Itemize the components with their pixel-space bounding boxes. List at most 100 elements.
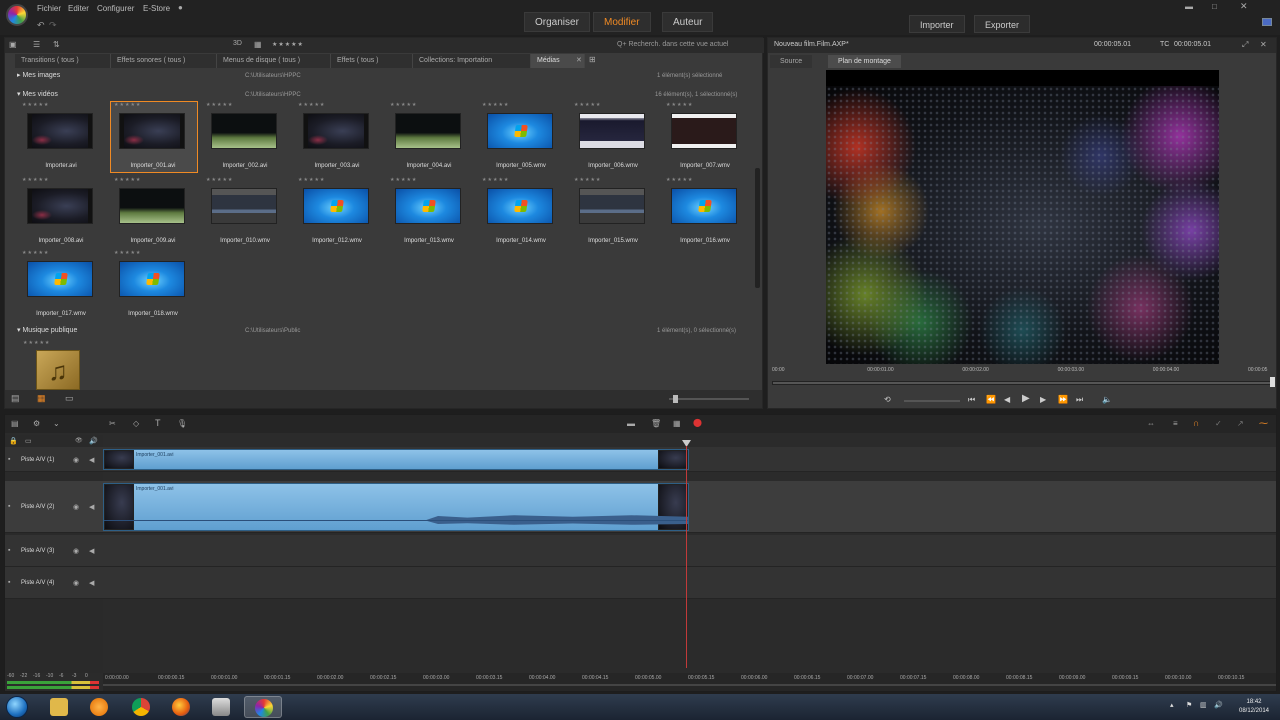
zoom-fit-icon[interactable]: ⇔	[1147, 419, 1155, 428]
zoom-slider-handle[interactable]	[673, 395, 678, 403]
music-note-icon[interactable]: ♫	[36, 350, 80, 390]
video-thumbnail[interactable]: ★★★★★ Importer_001.avi	[110, 101, 198, 173]
track-header[interactable]: ▪ Piste A/V (1) ◉ ◀	[5, 447, 103, 472]
mixer-icon[interactable]: ≡	[1173, 419, 1178, 428]
track-audio-icon[interactable]: ◀	[89, 503, 94, 511]
taskbar-explorer[interactable]	[40, 696, 78, 718]
rating-stars[interactable]: ★★★★★	[114, 250, 141, 256]
tab-effets[interactable]: Effets ( tous )	[331, 54, 413, 68]
tab-plan-de-montage[interactable]: Plan de montage	[828, 55, 901, 68]
rating-stars[interactable]: ★★★★★	[482, 102, 509, 108]
track-visibility-icon[interactable]: ◉	[73, 579, 79, 587]
track-header[interactable]: ▪ Piste A/V (4) ◉ ◀	[5, 567, 103, 599]
track-audio-icon[interactable]: ◀	[89, 547, 94, 555]
mode-modifier-button[interactable]: Modifier	[593, 12, 651, 32]
rating-stars[interactable]: ★★★★★	[666, 177, 693, 183]
rating-stars[interactable]: ★★★★★	[23, 340, 50, 346]
close-icon[interactable]: ✕	[1240, 1, 1248, 12]
rating-stars[interactable]: ★★★★★	[22, 250, 49, 256]
track-audio-icon[interactable]: ◀	[89, 579, 94, 587]
film-icon[interactable]: ▦	[673, 419, 681, 428]
fullscreen-icon[interactable]: ⤢	[1242, 40, 1248, 50]
export-button[interactable]: Exporter	[974, 15, 1031, 33]
shuttle-slider[interactable]	[904, 400, 960, 402]
video-thumbnail[interactable]: ★★★★★ Importer_014.wmv	[479, 177, 565, 247]
video-thumbnail[interactable]: ★★★★★ Importer_012.wmv	[295, 177, 381, 247]
taskbar-media-player[interactable]	[80, 696, 118, 718]
rating-stars[interactable]: ★★★★★	[206, 177, 233, 183]
video-thumbnail[interactable]: ★★★★★ Importer_017.wmv	[19, 250, 105, 320]
track-lock-icon[interactable]: ▪	[8, 579, 10, 586]
check-icon[interactable]: ✓	[1215, 419, 1222, 428]
video-thumbnail[interactable]: ★★★★★ Importer_002.avi	[203, 102, 289, 172]
prev-frame-icon[interactable]: ⏪	[986, 395, 996, 404]
section-musique-publique[interactable]: ▾ Musique publique	[17, 326, 77, 336]
video-thumbnail[interactable]: ★★★★★ Importer_005.wmv	[479, 102, 565, 172]
razor-icon[interactable]: ✂	[109, 419, 116, 428]
video-thumbnail[interactable]: ★★★★★ Importer_010.wmv	[203, 177, 289, 247]
eye-icon[interactable]: 👁	[75, 437, 83, 444]
minimize-icon[interactable]: ▬	[1185, 2, 1193, 11]
rating-stars[interactable]: ★★★★★	[206, 102, 233, 108]
step-back-icon[interactable]: ◀	[1004, 395, 1010, 404]
rating-stars[interactable]: ★★★★★	[298, 102, 325, 108]
track-lock-icon[interactable]: ▪	[8, 456, 10, 463]
track-lock-icon[interactable]: ▪	[8, 503, 10, 510]
tab-source[interactable]: Source	[770, 55, 813, 68]
tray-flag-icon[interactable]: ⚑	[1186, 701, 1192, 709]
storyboard-icon[interactable]: ▬	[627, 419, 635, 428]
mode-auteur-button[interactable]: Auteur	[662, 12, 714, 32]
step-forward-icon[interactable]: ▶	[1040, 395, 1046, 404]
rating-stars[interactable]: ★★★★★	[390, 102, 417, 108]
video-thumbnail[interactable]: ★★★★★ Importer_009.avi	[111, 177, 197, 247]
video-thumbnail[interactable]: ★★★★★ Importer_008.avi	[19, 177, 105, 247]
rating-stars[interactable]: ★★★★★	[574, 102, 601, 108]
audio-level-line[interactable]	[104, 520, 688, 521]
video-thumbnail[interactable]: ★★★★★ Importer_016.wmv	[663, 177, 749, 247]
speaker-icon[interactable]: 🔊	[89, 437, 98, 445]
timeline-clip[interactable]: Importer_001.avi	[103, 449, 689, 470]
volume-icon[interactable]: 🔈	[1102, 395, 1112, 404]
lock-icon[interactable]: 🔒	[9, 437, 18, 445]
menu-configurer[interactable]: Configurer	[97, 4, 134, 13]
tray-network-icon[interactable]: ▥	[1200, 701, 1207, 709]
scrubber-handle[interactable]	[1270, 377, 1275, 387]
next-frame-icon[interactable]: ⏩	[1058, 395, 1068, 404]
add-tab-icon[interactable]: ⊞	[589, 55, 596, 64]
video-thumbnail[interactable]: ★★★★★ Importer_004.avi	[387, 102, 473, 172]
track-header[interactable]: ▪ Piste A/V (2) ◉ ◀	[5, 481, 103, 533]
video-thumbnail[interactable]: ★★★★★ Importer_006.wmv	[571, 102, 657, 172]
folder-icon[interactable]: ▣	[9, 40, 17, 49]
delete-icon[interactable]: 🗑	[651, 419, 661, 428]
zoom-slider[interactable]	[669, 398, 749, 400]
sort-icon[interactable]: ⇅	[53, 40, 60, 49]
timeline-clip[interactable]: Importer_001.avi	[103, 483, 689, 531]
rating-stars[interactable]: ★★★★★	[114, 102, 141, 108]
undo-icon[interactable]: ↶	[37, 20, 45, 31]
tab-transitions[interactable]: Transitions ( tous )	[15, 54, 111, 68]
tray-arrow-icon[interactable]: ▴	[1170, 701, 1174, 709]
3d-filter-icon[interactable]: 3D	[233, 40, 242, 47]
rating-stars[interactable]: ★★★★★	[482, 177, 509, 183]
mic-icon[interactable]: 🎙	[177, 419, 187, 428]
video-thumbnail[interactable]: ★★★★★ Importer_015.wmv	[571, 177, 657, 247]
tab-collections[interactable]: Collections: Importation	[413, 54, 531, 68]
settings-icon[interactable]: ⚙	[33, 419, 40, 428]
section-mes-videos[interactable]: ▾ Mes vidéos	[17, 90, 58, 100]
video-thumbnail[interactable]: ★★★★★ Importer_018.wmv	[111, 250, 197, 320]
preview-scrubber[interactable]	[772, 381, 1274, 385]
redo-icon[interactable]: ↷	[49, 20, 57, 31]
library-scrollbar[interactable]	[755, 168, 760, 288]
list-view-icon[interactable]: ☰	[33, 40, 40, 49]
track-visibility-icon[interactable]: ◉	[73, 547, 79, 555]
video-thumbnail[interactable]: ★★★★★ Importer.avi	[19, 102, 105, 172]
rating-stars[interactable]: ★★★★★	[22, 177, 49, 183]
rating-stars[interactable]: ★★★★★	[574, 177, 601, 183]
taskbar-chrome[interactable]	[122, 696, 160, 718]
menu-fichier[interactable]: Fichier	[37, 4, 61, 13]
go-start-icon[interactable]: ⏮	[968, 395, 975, 405]
track-visibility-icon[interactable]: ◉	[73, 456, 79, 464]
taskbar-firefox[interactable]	[162, 696, 200, 718]
rating-stars[interactable]: ★★★★★	[298, 177, 325, 183]
video-thumbnail[interactable]: ★★★★★ Importer_013.wmv	[387, 177, 473, 247]
